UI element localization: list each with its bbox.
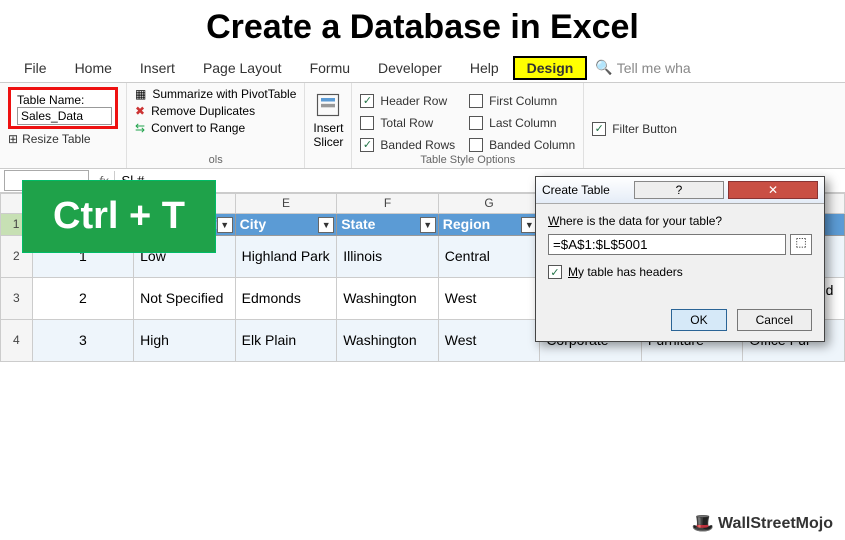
chk-banded-column[interactable]: Banded Column <box>469 135 575 154</box>
chk-banded-rows[interactable]: Banded Rows <box>360 135 455 154</box>
chk-header-row[interactable]: Header Row <box>360 91 455 110</box>
dropdown-icon[interactable]: ▼ <box>420 217 436 233</box>
remove-duplicates-button[interactable]: ✖Remove Duplicates <box>135 104 296 118</box>
header-city[interactable]: City▼ <box>235 213 337 235</box>
style-options-label: Table Style Options <box>360 154 575 166</box>
dialog-title: Create Table <box>542 183 630 197</box>
col-F[interactable]: F <box>337 194 439 214</box>
resize-table-button[interactable]: ⊞ Resize Table <box>8 132 118 146</box>
cell[interactable]: West <box>438 319 540 361</box>
dialog-prompt: WWhere is the data for your table?here i… <box>548 214 812 228</box>
grp-style-options: Header Row First Column Total Row Last C… <box>352 83 584 168</box>
menu-insert[interactable]: Insert <box>126 56 189 80</box>
shortcut-badge: Ctrl + T <box>22 180 216 253</box>
grp-properties: Table Name: ⊞ Resize Table <box>0 83 127 168</box>
page-title: Create a Database in Excel <box>0 0 845 53</box>
logo-icon: 🎩 <box>692 513 714 534</box>
chk-last-column[interactable]: Last Column <box>469 113 575 132</box>
menu-bar: File Home Insert Page Layout Formu Devel… <box>0 53 845 83</box>
remove-dup-icon: ✖ <box>135 104 145 118</box>
summarize-pivot-button[interactable]: ▦Summarize with PivotTable <box>135 87 296 101</box>
header-region[interactable]: Region▼ <box>438 213 540 235</box>
row-head[interactable]: 3 <box>1 277 33 319</box>
col-E[interactable]: E <box>235 194 337 214</box>
cell[interactable]: Central <box>438 235 540 277</box>
tell-me-search[interactable]: 🔍 Tell me wha <box>587 55 698 80</box>
checkbox-icon <box>548 265 562 279</box>
convert-range-button[interactable]: ⇆Convert to Range <box>135 121 296 135</box>
cell[interactable]: 2 <box>32 277 134 319</box>
help-icon[interactable]: ? <box>634 181 724 199</box>
resize-icon: ⊞ <box>8 132 18 146</box>
cell[interactable]: Washington <box>337 277 439 319</box>
table-name-input[interactable] <box>17 107 112 125</box>
search-icon: 🔍 <box>595 59 612 76</box>
tell-me-label: Tell me wha <box>617 60 691 76</box>
cell[interactable]: Highland Park <box>235 235 337 277</box>
slicer-icon <box>314 91 342 119</box>
ok-button[interactable]: OK <box>671 309 726 331</box>
checkbox-icon <box>360 94 374 108</box>
dialog-titlebar[interactable]: Create Table ? ✕ <box>536 177 824 204</box>
grp-tools: ▦Summarize with PivotTable ✖Remove Dupli… <box>127 83 305 168</box>
brand-logo: 🎩 WallStreetMojo <box>692 513 833 534</box>
menu-developer[interactable]: Developer <box>364 56 456 80</box>
convert-icon: ⇆ <box>135 121 145 135</box>
grp-filter: Filter Button <box>584 83 685 168</box>
col-G[interactable]: G <box>438 194 540 214</box>
menu-help[interactable]: Help <box>456 56 513 80</box>
checkbox-icon <box>592 122 606 136</box>
cell[interactable]: Edmonds <box>235 277 337 319</box>
checkbox-icon <box>469 138 483 152</box>
checkbox-icon <box>360 138 374 152</box>
pivot-icon: ▦ <box>135 87 146 101</box>
cancel-button[interactable]: Cancel <box>737 309 812 331</box>
close-icon[interactable]: ✕ <box>728 181 818 199</box>
dropdown-icon[interactable]: ▼ <box>217 217 233 233</box>
range-input[interactable] <box>548 234 786 255</box>
ribbon: Table Name: ⊞ Resize Table ▦Summarize wi… <box>0 83 845 169</box>
table-name-label: Table Name: <box>17 93 109 107</box>
brand-text: WallStreetMojo <box>718 515 833 533</box>
checkbox-icon <box>469 116 483 130</box>
has-headers-checkbox[interactable]: My table has headers <box>548 265 812 279</box>
create-table-dialog: Create Table ? ✕ WWhere is the data for … <box>535 176 825 342</box>
menu-design[interactable]: Design <box>513 56 588 80</box>
cell[interactable]: Elk Plain <box>235 319 337 361</box>
chk-total-row[interactable]: Total Row <box>360 113 455 132</box>
cell[interactable]: High <box>134 319 236 361</box>
grp-slicer: Insert Slicer <box>305 83 352 168</box>
cell[interactable]: West <box>438 277 540 319</box>
cell[interactable]: Illinois <box>337 235 439 277</box>
range-picker-icon[interactable]: ⬚ <box>790 234 812 255</box>
menu-file[interactable]: File <box>10 56 61 80</box>
cell[interactable]: Not Specified <box>134 277 236 319</box>
cell[interactable]: 3 <box>32 319 134 361</box>
checkbox-icon <box>469 94 483 108</box>
menu-formulas[interactable]: Formu <box>296 56 364 80</box>
checkbox-icon <box>360 116 374 130</box>
menu-home[interactable]: Home <box>61 56 126 80</box>
table-name-box: Table Name: <box>8 87 118 129</box>
menu-page-layout[interactable]: Page Layout <box>189 56 296 80</box>
insert-slicer-button[interactable]: Insert Slicer <box>313 87 343 166</box>
dropdown-icon[interactable]: ▼ <box>318 217 334 233</box>
cell[interactable]: Washington <box>337 319 439 361</box>
chk-filter-button[interactable]: Filter Button <box>592 91 677 166</box>
tools-group-label: ols <box>135 154 296 166</box>
header-state[interactable]: State▼ <box>337 213 439 235</box>
chk-first-column[interactable]: First Column <box>469 91 575 110</box>
row-head[interactable]: 4 <box>1 319 33 361</box>
